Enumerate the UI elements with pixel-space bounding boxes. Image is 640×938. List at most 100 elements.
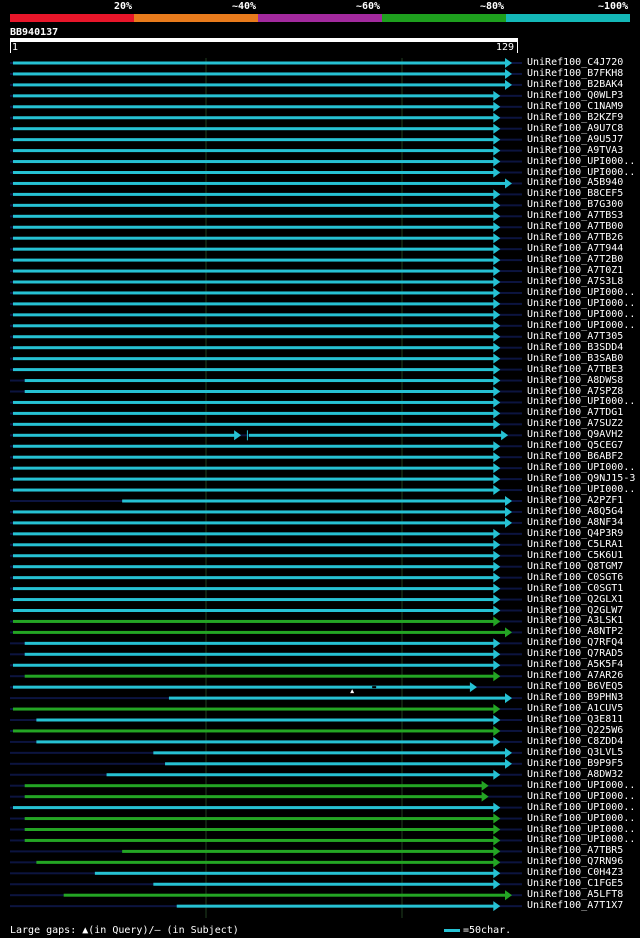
hit-label[interactable]: UniRef100_A7TB26 <box>527 232 623 243</box>
hit-label[interactable]: UniRef100_Q4P3R9 <box>527 528 623 539</box>
hit-bar <box>36 718 495 722</box>
hit-bar <box>24 390 495 393</box>
hit-label[interactable]: UniRef100_C4J720 <box>527 57 623 68</box>
hit-label[interactable]: UniRef100_B9P9F5 <box>527 758 623 769</box>
hit-label[interactable]: UniRef100_Q3LVL5 <box>527 747 623 758</box>
hit-label[interactable]: UniRef100_UPI000.. <box>527 167 635 178</box>
hit-label[interactable]: UniRef100_UPI000.. <box>527 813 635 824</box>
hit-label[interactable]: UniRef100_C1FGE5 <box>527 878 623 889</box>
hit-label[interactable]: UniRef100_B9PHN3 <box>527 692 623 703</box>
hit-label[interactable]: UniRef100_A7TB00 <box>527 221 623 232</box>
hit-arrow <box>493 736 501 747</box>
hit-label[interactable]: UniRef100_UPI000.. <box>527 298 635 309</box>
hit-label[interactable]: UniRef100_C0SGT6 <box>527 572 623 583</box>
hit-label[interactable]: UniRef100_A7AR26 <box>527 670 623 681</box>
hit-label[interactable]: UniRef100_A7SUZ2 <box>527 418 623 429</box>
hit-label[interactable]: UniRef100_C8ZDD4 <box>527 736 623 747</box>
hit-label[interactable]: UniRef100_A9U5J7 <box>527 134 623 145</box>
hit-label[interactable]: UniRef100_Q2GLW7 <box>527 605 623 616</box>
hit-label[interactable]: UniRef100_A7TDG1 <box>527 407 623 418</box>
hit-label[interactable]: UniRef100_Q225W6 <box>527 725 623 736</box>
hit-label[interactable]: UniRef100_B3SAB0 <box>527 353 623 364</box>
hit-label[interactable]: UniRef100_A5B940 <box>527 177 623 188</box>
hit-label[interactable]: UniRef100_Q9AVH2 <box>527 429 623 440</box>
hit-label[interactable]: UniRef100_A7T305 <box>527 331 623 342</box>
hit-label[interactable]: UniRef100_UPI000.. <box>527 780 635 791</box>
hit-bar <box>13 488 495 492</box>
hit-label[interactable]: UniRef100_UPI000.. <box>527 320 635 331</box>
hit-label[interactable]: UniRef100_A7S3L8 <box>527 276 623 287</box>
hit-label[interactable]: UniRef100_B2KZF9 <box>527 112 623 123</box>
hit-label[interactable]: UniRef100_B7G300 <box>527 199 623 210</box>
hit-label[interactable]: UniRef100_A5K5F4 <box>527 659 623 670</box>
hit-label[interactable]: UniRef100_UPI000.. <box>527 791 635 802</box>
hit-label[interactable]: UniRef100_Q7RN96 <box>527 856 623 867</box>
hit-bar <box>248 433 503 437</box>
hit-label[interactable]: UniRef100_UPI000.. <box>527 484 635 495</box>
hit-label[interactable]: UniRef100_A9TVA3 <box>527 145 623 156</box>
hit-arrow <box>505 517 512 528</box>
hit-label[interactable]: UniRef100_UPI000.. <box>527 824 635 835</box>
hit-label[interactable]: UniRef100_C0H4Z3 <box>527 867 623 878</box>
hit-label[interactable]: UniRef100_UPI000.. <box>527 309 635 320</box>
hit-label[interactable]: UniRef100_Q8TGM7 <box>527 561 623 572</box>
hit-label[interactable]: UniRef100_A7T944 <box>527 243 623 254</box>
hit-bar <box>13 346 495 350</box>
hit-bar <box>13 116 495 120</box>
hit-label[interactable]: UniRef100_B2BAK4 <box>527 79 623 90</box>
hit-label[interactable]: UniRef100_A7TBE3 <box>527 364 623 375</box>
hit-label[interactable]: UniRef100_UPI000.. <box>527 802 635 813</box>
hit-label[interactable]: UniRef100_A7T2B0 <box>527 254 623 265</box>
hit-label[interactable]: UniRef100_A5LFT8 <box>527 889 623 900</box>
hit-bar <box>24 379 495 383</box>
hit-bar <box>13 619 495 623</box>
hit-arrow <box>505 79 512 90</box>
hit-label[interactable]: UniRef100_Q0WLP3 <box>527 90 623 101</box>
hit-label[interactable]: UniRef100_C0SGT1 <box>527 583 623 594</box>
hit-label[interactable]: UniRef100_C1NAM9 <box>527 101 623 112</box>
hit-label[interactable]: UniRef100_Q7RAD5 <box>527 648 623 659</box>
hit-label[interactable]: UniRef100_Q5CEG7 <box>527 440 623 451</box>
hit-bar <box>13 225 495 229</box>
hit-label[interactable]: UniRef100_B7FKH8 <box>527 68 623 79</box>
hit-arrow <box>493 211 501 222</box>
hit-label[interactable]: UniRef100_A7T1X7 <box>527 900 623 911</box>
hit-label[interactable]: UniRef100_A1CUV5 <box>527 703 623 714</box>
hit-label[interactable]: UniRef100_A2PZF1 <box>527 495 623 506</box>
hit-label[interactable]: UniRef100_B6VEQ5 <box>527 681 623 692</box>
hit-label[interactable]: UniRef100_A3LSK1 <box>527 615 623 626</box>
hit-bar <box>13 543 495 547</box>
hit-label[interactable]: UniRef100_A8NF34 <box>527 517 623 528</box>
hit-label[interactable]: UniRef100_A8NTP2 <box>527 626 623 637</box>
hit-label[interactable]: UniRef100_UPI000.. <box>527 462 635 473</box>
hit-label[interactable]: UniRef100_A7SPZ8 <box>527 386 623 397</box>
hit-label[interactable]: UniRef100_A8DW32 <box>527 769 623 780</box>
hit-bar <box>13 335 495 339</box>
hit-arrow <box>505 693 512 704</box>
hit-label[interactable]: UniRef100_Q2GLX1 <box>527 594 623 605</box>
hit-label[interactable]: UniRef100_A8Q5G4 <box>527 506 623 517</box>
hit-label[interactable]: UniRef100_Q3E811 <box>527 714 623 725</box>
hit-label[interactable]: UniRef100_A8DWS8 <box>527 375 623 386</box>
hit-label[interactable]: UniRef100_C5K6U1 <box>527 550 623 561</box>
hit-label[interactable]: UniRef100_B8CEF5 <box>527 188 623 199</box>
hit-label[interactable]: UniRef100_A7T0Z1 <box>527 265 623 276</box>
hit-bar <box>13 127 495 131</box>
hit-label[interactable]: UniRef100_C5LRA1 <box>527 539 623 550</box>
hit-label[interactable]: UniRef100_A7TBS3 <box>527 210 623 221</box>
hit-label[interactable]: UniRef100_UPI000.. <box>527 287 635 298</box>
hit-label[interactable]: UniRef100_UPI000.. <box>527 156 635 167</box>
hit-label[interactable]: UniRef100_A7TBR5 <box>527 845 623 856</box>
hit-arrow <box>493 485 501 496</box>
hit-label[interactable]: UniRef100_A9U7C8 <box>527 123 623 134</box>
hit-bar <box>13 291 495 295</box>
hit-arrow <box>481 780 489 791</box>
hit-arrow <box>493 769 501 780</box>
hit-label[interactable]: UniRef100_B3SDD4 <box>527 342 623 353</box>
hit-label[interactable]: UniRef100_B6ABF2 <box>527 451 623 462</box>
hit-label[interactable]: UniRef100_UPI000.. <box>527 834 635 845</box>
hit-label[interactable]: UniRef100_UPI000.. <box>527 396 635 407</box>
hit-label[interactable]: UniRef100_Q9NJ15-3 <box>527 473 635 484</box>
hit-label[interactable]: UniRef100_Q7RFQ4 <box>527 637 623 648</box>
hit-arrow <box>493 233 501 244</box>
